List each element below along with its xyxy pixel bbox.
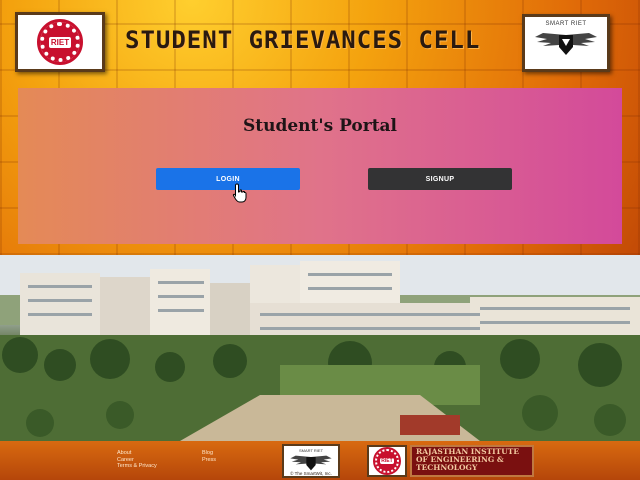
student-portal-panel: Student's Portal LOGIN SIGNUP [18,88,622,244]
winged-shield-logo-icon [290,455,332,471]
campus-photo [0,255,640,441]
institute-name: RAJASTHAN INSTITUTE OF ENGINEERING & TEC… [410,445,534,477]
smartriet-logo[interactable]: SMART RIET [522,14,610,72]
riet-logo[interactable]: RIET [15,12,105,72]
winged-shield-logo-icon [535,33,597,55]
portal-title: Student's Portal [242,116,398,136]
footer-link-press[interactable]: Press [202,457,216,464]
smartriet-logo-label: SMART RIET [545,21,587,27]
footer-riet-logo[interactable]: RIET [367,445,407,477]
riet-gear-logo-icon: RIET [373,447,401,475]
riet-logo-text: RIET [48,36,72,48]
signup-button[interactable]: SIGNUP [368,168,512,190]
footer-links-col2: Blog Press [202,450,216,463]
footer-copyright: © The SmartWit, Inc. [290,471,332,476]
campus-buildings-image [0,255,640,441]
hand-pointer-icon [232,183,247,203]
riet-gear-logo-icon: RIET [37,19,83,65]
page-title: STUDENT GRIEVANCES CELL [125,26,481,54]
footer-link-terms[interactable]: Terms & Privacy [117,463,157,470]
site-header: RIET STUDENT GRIEVANCES CELL SMART RIET [0,0,640,85]
login-button[interactable]: LOGIN [156,168,300,190]
footer-riet-logo-text: RIET [380,458,394,464]
footer-links-col1: About Career Terms & Privacy [117,450,157,470]
